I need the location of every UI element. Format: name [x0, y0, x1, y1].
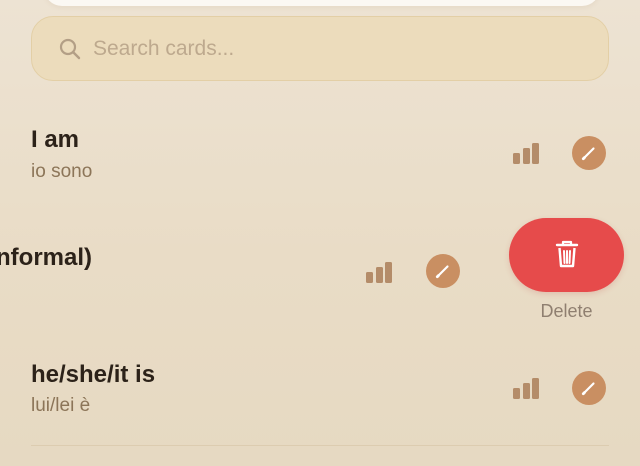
trash-icon [555, 240, 579, 268]
card-row[interactable]: he/she/it is lui/lei è [0, 346, 640, 432]
pencil-icon [581, 382, 595, 396]
card-translation: lui/lei è [31, 395, 91, 416]
pencil-icon [435, 265, 449, 279]
card-translation: io sono [31, 161, 93, 182]
search-icon [59, 38, 81, 60]
card-row[interactable]: I am io sono [0, 112, 640, 198]
pencil-icon [581, 147, 595, 161]
divider [31, 445, 609, 446]
delete-label[interactable]: Delete [509, 301, 624, 322]
edit-card-button[interactable] [572, 371, 606, 405]
delete-button[interactable] [509, 218, 624, 292]
signal-bars-icon [513, 142, 541, 164]
edit-card-button[interactable] [426, 254, 460, 288]
card-term: nformal) [0, 244, 92, 271]
top-sheet-edge [44, 0, 600, 6]
card-term: I am [31, 126, 80, 153]
search-input[interactable] [93, 33, 583, 65]
signal-bars-icon [513, 377, 541, 399]
signal-bars-icon [366, 261, 394, 283]
card-term: he/she/it is [31, 361, 156, 388]
search-bar[interactable] [31, 16, 609, 81]
edit-card-button[interactable] [572, 136, 606, 170]
